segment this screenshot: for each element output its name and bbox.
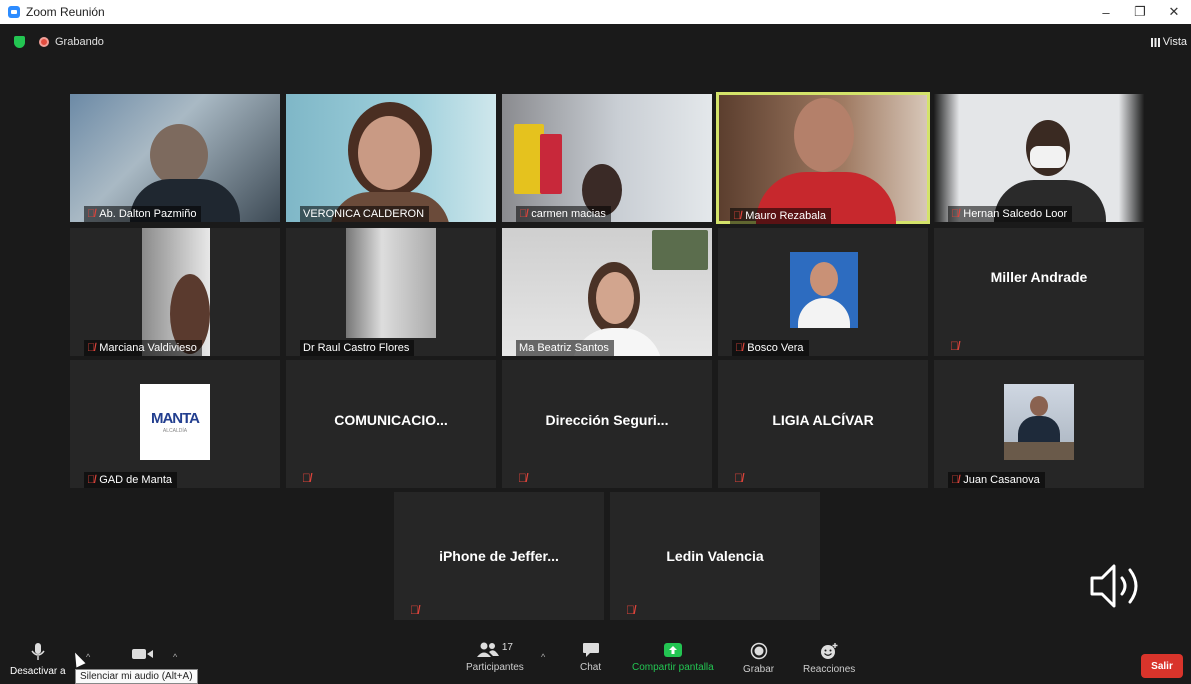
participants-count: 17 xyxy=(501,642,513,653)
muted-mic-icon: 🎙̸ xyxy=(950,339,959,353)
encryption-shield-icon[interactable] xyxy=(14,36,25,48)
participant-name-tag: 🎙̸ Juan Casanova xyxy=(948,472,1045,488)
participant-tile[interactable]: 🎙̸ Ab. Dalton Pazmiño xyxy=(70,94,280,222)
profile-photo xyxy=(790,252,858,328)
video-options-chevron-icon[interactable]: ^ xyxy=(173,652,177,662)
muted-mic-icon: 🎙̸ xyxy=(302,471,311,485)
mute-tooltip: Silenciar mi audio (Alt+A) xyxy=(75,669,198,684)
muted-mic-icon: 🎙̸ xyxy=(951,208,960,220)
participant-name-tag: VERONICA CALDERON xyxy=(300,206,430,222)
minimize-button[interactable]: – xyxy=(1089,0,1123,24)
profile-photo xyxy=(1004,384,1074,460)
window-titlebar: Zoom Reunión – ❐ ✕ xyxy=(0,0,1191,24)
participants-button[interactable]: 17 Participantes xyxy=(466,642,524,673)
window-title: Zoom Reunión xyxy=(26,5,105,19)
view-button[interactable]: Vista xyxy=(1150,36,1187,48)
reactions-button[interactable]: Reacciones xyxy=(803,642,855,675)
muted-mic-icon: 🎙̸ xyxy=(87,342,96,354)
participant-name-tag: 🎙̸ Ab. Dalton Pazmiño xyxy=(84,206,202,222)
mute-button[interactable]: Desactivar a xyxy=(10,642,66,677)
close-button[interactable]: ✕ xyxy=(1157,0,1191,24)
meeting-area: Grabando Vista 🎙̸ Ab. Dalton Pazmiño VERO… xyxy=(0,24,1191,636)
participant-tile[interactable]: Ma Beatriz Santos xyxy=(502,228,712,356)
participant-tile[interactable]: Ledin Valencia 🎙̸ xyxy=(610,492,820,620)
participant-tile[interactable]: COMUNICACIO... 🎙̸ xyxy=(286,360,496,488)
record-button[interactable]: Grabar xyxy=(743,642,774,675)
participant-tile[interactable]: 🎙̸ Bosco Vera xyxy=(718,228,928,356)
participant-name-tag: 🎙̸ Mauro Rezabala xyxy=(730,208,831,224)
maximize-button[interactable]: ❐ xyxy=(1123,0,1157,24)
participant-name-display: COMUNICACIO... xyxy=(334,412,448,429)
reactions-smiley-icon xyxy=(821,643,838,659)
chat-bubble-icon xyxy=(582,643,599,657)
participant-name-tag: Dr Raul Castro Flores xyxy=(300,340,415,356)
participants-options-chevron-icon[interactable]: ^ xyxy=(541,652,545,662)
muted-mic-icon: 🎙̸ xyxy=(87,474,96,486)
muted-mic-icon: 🎙̸ xyxy=(626,603,635,617)
participant-tile[interactable]: 🎙̸ carmen macias xyxy=(502,94,712,222)
participant-tile[interactable]: Dirección Seguri... 🎙̸ xyxy=(502,360,712,488)
participant-tile[interactable]: Dr Raul Castro Flores xyxy=(286,228,496,356)
speaker-volume-icon xyxy=(1090,564,1138,608)
share-screen-button[interactable]: Compartir pantalla xyxy=(632,642,714,673)
muted-mic-icon: 🎙̸ xyxy=(518,471,527,485)
participant-tile[interactable]: 🎙̸ Juan Casanova xyxy=(934,360,1144,488)
participant-name-tag: Ma Beatriz Santos xyxy=(516,340,614,356)
participant-tile[interactable]: iPhone de Jeffer... 🎙̸ xyxy=(394,492,604,620)
participants-icon xyxy=(476,642,499,657)
participant-name-tag: 🎙̸ Hernan Salcedo Loor xyxy=(948,206,1073,222)
record-icon xyxy=(750,642,767,660)
zoom-app-icon xyxy=(8,6,20,18)
participant-name-tag: 🎙̸ Marciana Valdivieso xyxy=(84,340,202,356)
participant-tile[interactable]: 🎙̸ Hernan Salcedo Loor xyxy=(934,94,1144,222)
participant-name-display: Dirección Seguri... xyxy=(545,412,669,429)
participant-name-display: Miller Andrade xyxy=(990,268,1088,285)
muted-mic-icon: 🎙̸ xyxy=(735,342,744,354)
video-camera-icon xyxy=(132,649,153,659)
participant-tile[interactable]: 🎙̸ Marciana Valdivieso xyxy=(70,228,280,356)
muted-mic-icon: 🎙̸ xyxy=(410,603,419,617)
recording-status: Grabando xyxy=(55,36,104,48)
participant-name-tag: 🎙̸ GAD de Manta xyxy=(84,472,178,488)
participant-name-display: LIGIA ALCÍVAR xyxy=(772,412,874,429)
audio-options-chevron-icon[interactable]: ^ xyxy=(86,652,90,662)
muted-mic-icon: 🎙̸ xyxy=(519,208,528,220)
view-label: Vista xyxy=(1162,36,1187,48)
gad-manta-logo: MANTA ALCALDÍA xyxy=(140,384,210,460)
participant-name-display: Ledin Valencia xyxy=(666,548,764,564)
chat-button[interactable]: Chat xyxy=(580,642,601,673)
participant-name-display: iPhone de Jeffer... xyxy=(439,548,559,564)
share-screen-icon xyxy=(663,643,682,657)
participant-name-tag: 🎙̸ carmen macias xyxy=(516,206,611,222)
microphone-icon xyxy=(31,643,45,660)
recording-icon xyxy=(39,37,49,47)
participant-tile[interactable]: VERONICA CALDERON xyxy=(286,94,496,222)
participant-name-tag: 🎙̸ Bosco Vera xyxy=(732,340,809,356)
grid-view-icon xyxy=(1150,37,1160,47)
muted-mic-icon: 🎙̸ xyxy=(733,210,742,222)
muted-mic-icon: 🎙̸ xyxy=(87,208,96,220)
participant-tile-active-speaker[interactable]: 🎙̸ Mauro Rezabala xyxy=(716,92,930,224)
video-button[interactable] xyxy=(132,648,154,660)
participant-tile[interactable]: MANTA ALCALDÍA 🎙̸ GAD de Manta xyxy=(70,360,280,488)
participant-tile[interactable]: Miller Andrade 🎙̸ xyxy=(934,228,1144,356)
muted-mic-icon: 🎙̸ xyxy=(734,471,743,485)
leave-meeting-button[interactable]: Salir xyxy=(1141,654,1183,678)
muted-mic-icon: 🎙̸ xyxy=(951,474,960,486)
participant-tile[interactable]: LIGIA ALCÍVAR 🎙̸ xyxy=(718,360,928,488)
